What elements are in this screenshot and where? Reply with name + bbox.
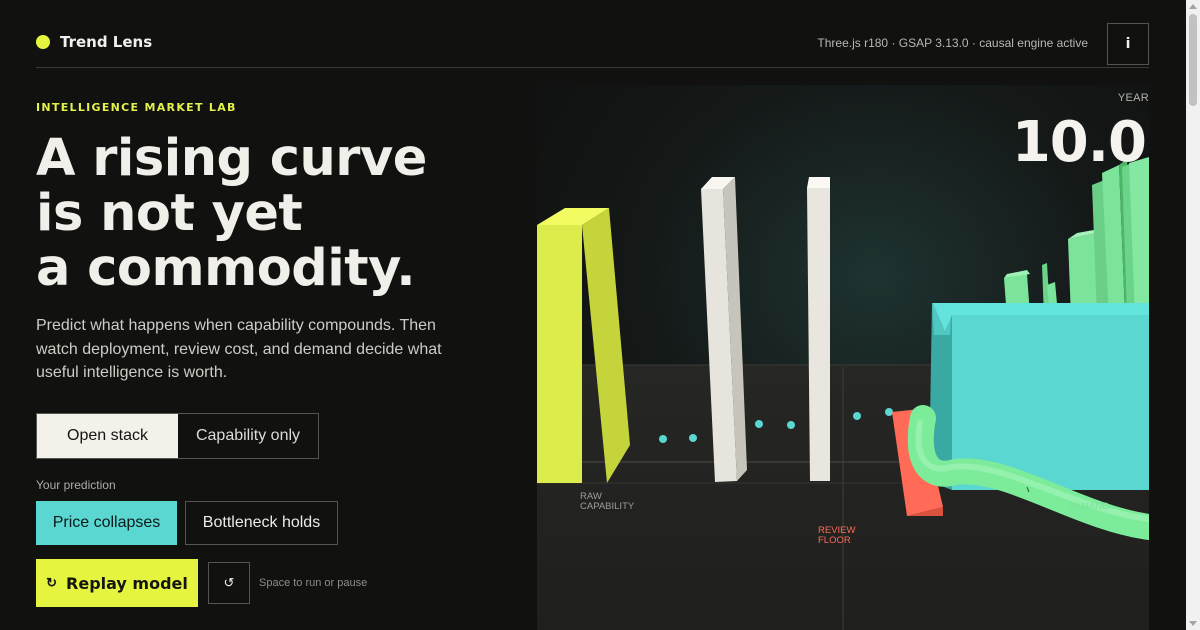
mode-open-stack-button[interactable]: Open stack	[37, 414, 178, 458]
headline-line: A rising curve	[36, 129, 427, 188]
axis-label-line: FLOOR	[818, 535, 851, 546]
headline-line: is not yet	[36, 184, 303, 243]
mode-toggle: Open stack Capability only	[36, 413, 319, 459]
brand[interactable]: Trend Lens	[36, 33, 152, 51]
prediction-label: Your prediction	[36, 478, 116, 492]
page-scrollbar[interactable]	[1186, 0, 1200, 630]
headline-line: a commodity.	[36, 239, 416, 298]
header-divider	[36, 67, 1149, 68]
brand-dot-icon	[36, 35, 50, 49]
prediction-bottleneck-holds-button[interactable]: Bottleneck holds	[185, 501, 338, 545]
replay-label: Replay model	[66, 573, 188, 593]
info-button[interactable]: i	[1107, 23, 1149, 65]
lede: Predict what happens when capability com…	[36, 317, 442, 381]
keyboard-hint: Space to run or pause	[259, 577, 368, 589]
replay-icon: ↻	[46, 575, 58, 590]
scroll-down-icon[interactable]	[1189, 621, 1197, 626]
axis-label-line: CAPABILITY	[580, 501, 635, 512]
eyebrow: INTELLIGENCE MARKET LAB	[36, 101, 237, 114]
year-label: YEAR	[1117, 92, 1149, 104]
page: Trend Lens Three.js r180 · GSAP 3.13.0 ·…	[0, 0, 1186, 630]
raw-capability-label: RAW CAPABILITY	[580, 492, 634, 512]
mode-capability-only-button[interactable]: Capability only	[178, 414, 318, 458]
scroll-thumb[interactable]	[1189, 14, 1197, 106]
pause-button[interactable]: ↺	[208, 562, 250, 604]
replay-button[interactable]: ↻ Replay model	[36, 559, 198, 607]
white-column	[807, 177, 830, 481]
scroll-up-icon[interactable]	[1189, 4, 1197, 9]
brand-name: Trend Lens	[60, 33, 153, 51]
headline: A rising curve is not yet a commodity.	[36, 131, 427, 296]
year-value: 10.0	[1011, 110, 1147, 175]
prediction-price-collapses-button[interactable]: Price collapses	[36, 501, 177, 545]
pause-icon: ↺	[223, 575, 235, 590]
review-floor-label: REVIEW FLOOR	[818, 526, 855, 546]
tech-status: Three.js r180 · GSAP 3.13.0 · causal eng…	[817, 36, 1088, 50]
demand-label: DEMAND	[1068, 501, 1110, 512]
